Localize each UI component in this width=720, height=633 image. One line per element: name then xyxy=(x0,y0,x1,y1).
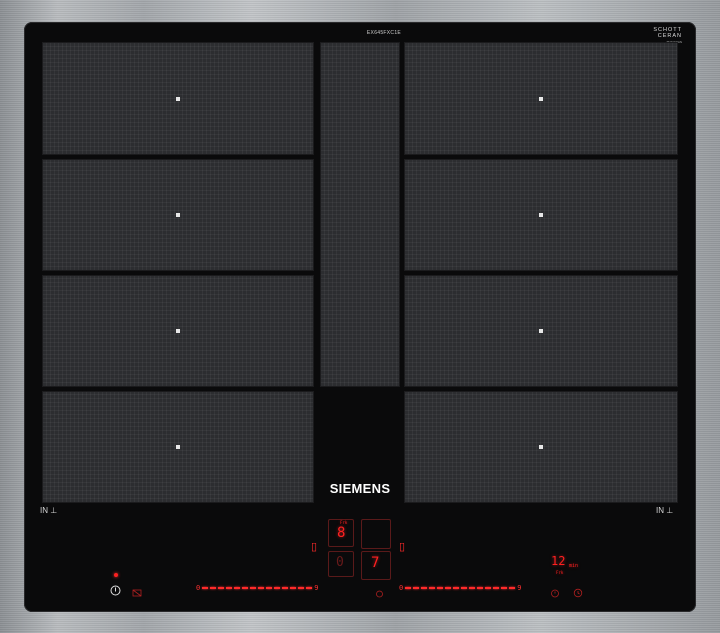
cooktop-glass: EX645FXC1E SCHOTT CERAN TM/CERAN SIEMENS… xyxy=(24,22,696,612)
brand-logo: SIEMENS xyxy=(329,481,391,496)
pan-symbol-icon: ⊥ xyxy=(666,506,674,515)
display-upper-right[interactable] xyxy=(361,519,391,549)
power-indicator-light xyxy=(114,573,118,577)
clock-icon-svg xyxy=(573,588,583,598)
display-lower-right[interactable]: 7 xyxy=(361,551,391,580)
slider-tick xyxy=(421,587,428,589)
zone-marker xyxy=(176,445,180,449)
cooking-zone-left-3[interactable] xyxy=(42,275,314,387)
slider-min-label: 0 xyxy=(399,584,404,592)
right-bracket-indicator-icon: ▯ xyxy=(399,541,406,553)
slider-tick xyxy=(242,587,249,589)
induction-label: IN xyxy=(40,506,48,515)
slider-tick xyxy=(469,587,476,589)
power-icon-svg xyxy=(110,585,121,596)
slider-tick xyxy=(202,587,209,589)
slider-tick xyxy=(218,587,225,589)
slider-tick xyxy=(501,587,508,589)
cooking-zone-left-1[interactable] xyxy=(42,42,314,155)
center-bridge-zone[interactable] xyxy=(320,42,400,387)
display-small-label: Frk xyxy=(340,520,348,525)
slider-tick xyxy=(226,587,233,589)
slider-tick xyxy=(485,587,492,589)
slider-tick xyxy=(250,587,257,589)
slider-tick xyxy=(437,587,444,589)
timer-small-label: Frk xyxy=(556,570,564,575)
timer-unit-label: min xyxy=(569,563,579,569)
zone-marker xyxy=(176,329,180,333)
slider-tick xyxy=(266,587,273,589)
lock-icon[interactable] xyxy=(132,584,142,602)
zone-marker xyxy=(176,213,180,217)
zone-marker xyxy=(539,213,543,217)
slider-max-label: 9 xyxy=(314,584,319,592)
slider-tick xyxy=(493,587,500,589)
clock-icon[interactable] xyxy=(573,585,583,603)
slider-min-label: 0 xyxy=(196,584,201,592)
slider-tick xyxy=(210,587,217,589)
slider-tick xyxy=(453,587,460,589)
power-slider-right[interactable]: 0 9 xyxy=(399,582,521,594)
pan-symbol-icon: ⊥ xyxy=(50,506,58,515)
zone-marker xyxy=(539,329,543,333)
power-level-digit: 8 xyxy=(337,525,346,541)
pan-icon[interactable] xyxy=(375,585,384,603)
power-slider-left[interactable]: 0 9 xyxy=(196,582,318,594)
slider-tick xyxy=(477,587,484,589)
timer-display: 12 xyxy=(551,554,566,568)
induction-mark-left: IN ⊥ xyxy=(40,506,57,515)
zone-marker xyxy=(539,96,543,101)
slider-tick xyxy=(282,587,289,589)
slider-tick xyxy=(306,587,313,589)
induction-label: IN xyxy=(656,506,664,515)
cooking-zone-left-2[interactable] xyxy=(42,159,314,271)
cooking-zone-right-2[interactable] xyxy=(404,159,678,271)
model-code: EX645FXC1E xyxy=(366,30,402,36)
slider-tick xyxy=(290,587,297,589)
slider-max-label: 9 xyxy=(517,584,522,592)
slider-tick xyxy=(461,587,468,589)
slider-tick xyxy=(274,587,281,589)
slider-tick xyxy=(509,587,516,589)
pan-icon-svg xyxy=(376,590,383,598)
display-upper-left[interactable]: 8 Frk xyxy=(328,519,354,547)
cooking-zone-right-4[interactable] xyxy=(404,391,678,503)
slider-tick xyxy=(405,587,412,589)
slider-tick xyxy=(298,587,305,589)
timer-icon[interactable] xyxy=(550,585,560,603)
slider-tick xyxy=(445,587,452,589)
timer-icon-svg xyxy=(551,589,559,598)
cooking-zone-left-4[interactable] xyxy=(42,391,314,503)
lock-icon-svg xyxy=(132,589,142,597)
power-level-digit: 0 xyxy=(336,555,344,570)
power-level-digit: 7 xyxy=(371,555,380,571)
slider-tick xyxy=(258,587,265,589)
zone-marker xyxy=(539,445,543,449)
cooking-zone-right-3[interactable] xyxy=(404,275,678,387)
display-lower-left[interactable]: 0 xyxy=(328,551,354,577)
slider-tick xyxy=(234,587,241,589)
left-bracket-indicator-icon: ▯ xyxy=(311,541,318,553)
zone-marker xyxy=(176,96,180,101)
slider-tick xyxy=(429,587,436,589)
slider-tick xyxy=(413,587,420,589)
power-icon[interactable] xyxy=(110,583,121,601)
induction-mark-right: IN ⊥ xyxy=(656,506,673,515)
cooking-zone-right-1[interactable] xyxy=(404,42,678,155)
